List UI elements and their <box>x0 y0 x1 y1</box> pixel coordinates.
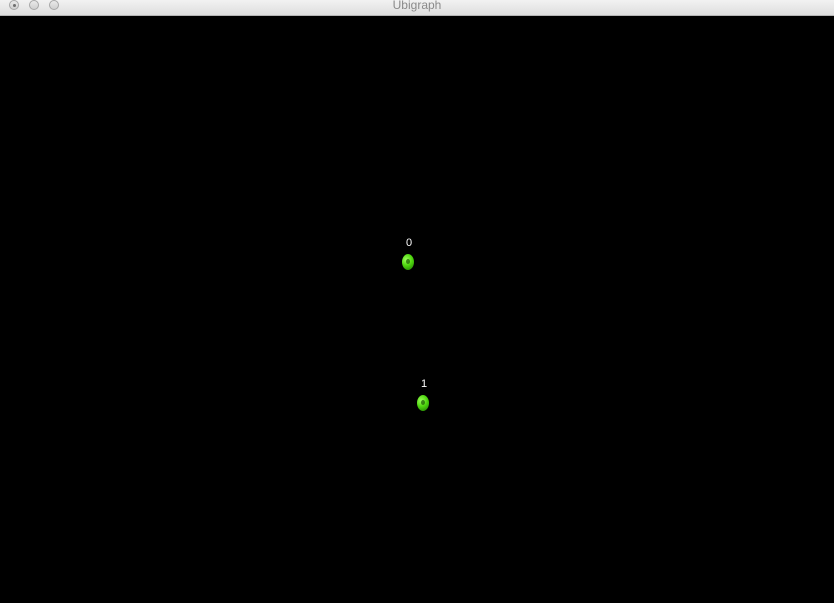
ubigraph-window: Ubigraph 0 1 <box>0 0 834 603</box>
title-bar[interactable]: Ubigraph <box>0 0 834 16</box>
vertex-label: 1 <box>421 378 428 390</box>
graph-canvas[interactable]: 0 1 <box>0 16 834 603</box>
vertex-label: 0 <box>406 237 413 249</box>
vertex-sphere-icon[interactable] <box>402 254 414 270</box>
vertex-sphere-icon[interactable] <box>417 395 429 411</box>
window-title: Ubigraph <box>392 0 442 12</box>
